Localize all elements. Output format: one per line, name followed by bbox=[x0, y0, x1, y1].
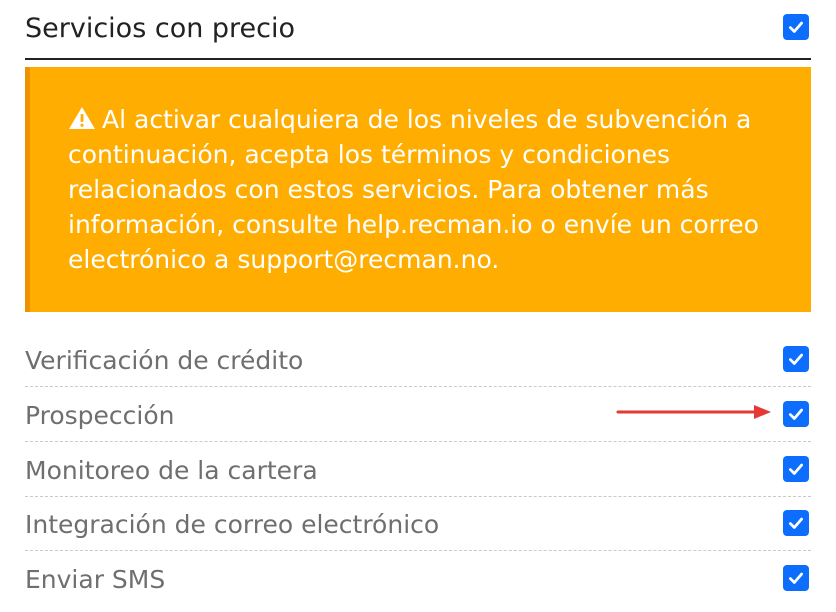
service-row-send-sms: Enviar SMS bbox=[25, 552, 811, 606]
checkmark-icon bbox=[789, 572, 803, 584]
checkmark-icon bbox=[789, 408, 803, 420]
warning-alert: Al activar cualquiera de los niveles de … bbox=[25, 67, 811, 312]
warning-icon bbox=[69, 107, 95, 129]
service-checkbox[interactable] bbox=[783, 456, 809, 482]
service-label: Verificación de crédito bbox=[25, 346, 304, 375]
checkmark-icon bbox=[789, 21, 803, 33]
service-checkbox[interactable] bbox=[783, 565, 809, 591]
service-checkbox[interactable] bbox=[783, 346, 809, 372]
service-label: Enviar SMS bbox=[25, 565, 166, 594]
service-row-credit-check: Verificación de crédito bbox=[25, 333, 811, 387]
annotation-arrow-icon bbox=[616, 405, 771, 419]
checkmark-icon bbox=[789, 517, 803, 529]
service-label: Monitoreo de la cartera bbox=[25, 456, 318, 485]
alert-message-block: Al activar cualquiera de los niveles de … bbox=[68, 102, 788, 277]
section-title: Servicios con precio bbox=[25, 13, 296, 44]
section-toggle-checkbox[interactable] bbox=[783, 14, 809, 40]
service-checkbox[interactable] bbox=[783, 401, 809, 427]
checkmark-icon bbox=[789, 463, 803, 475]
section-header: Servicios con precio bbox=[25, 0, 811, 60]
service-row-portfolio-monitoring: Monitoreo de la cartera bbox=[25, 443, 811, 497]
checkmark-icon bbox=[789, 353, 803, 365]
service-row-email-integration: Integración de correo electrónico bbox=[25, 497, 811, 551]
alert-message: Al activar cualquiera de los niveles de … bbox=[68, 105, 759, 274]
service-label: Prospección bbox=[25, 401, 175, 430]
service-checkbox[interactable] bbox=[783, 510, 809, 536]
service-label: Integración de correo electrónico bbox=[25, 510, 440, 539]
